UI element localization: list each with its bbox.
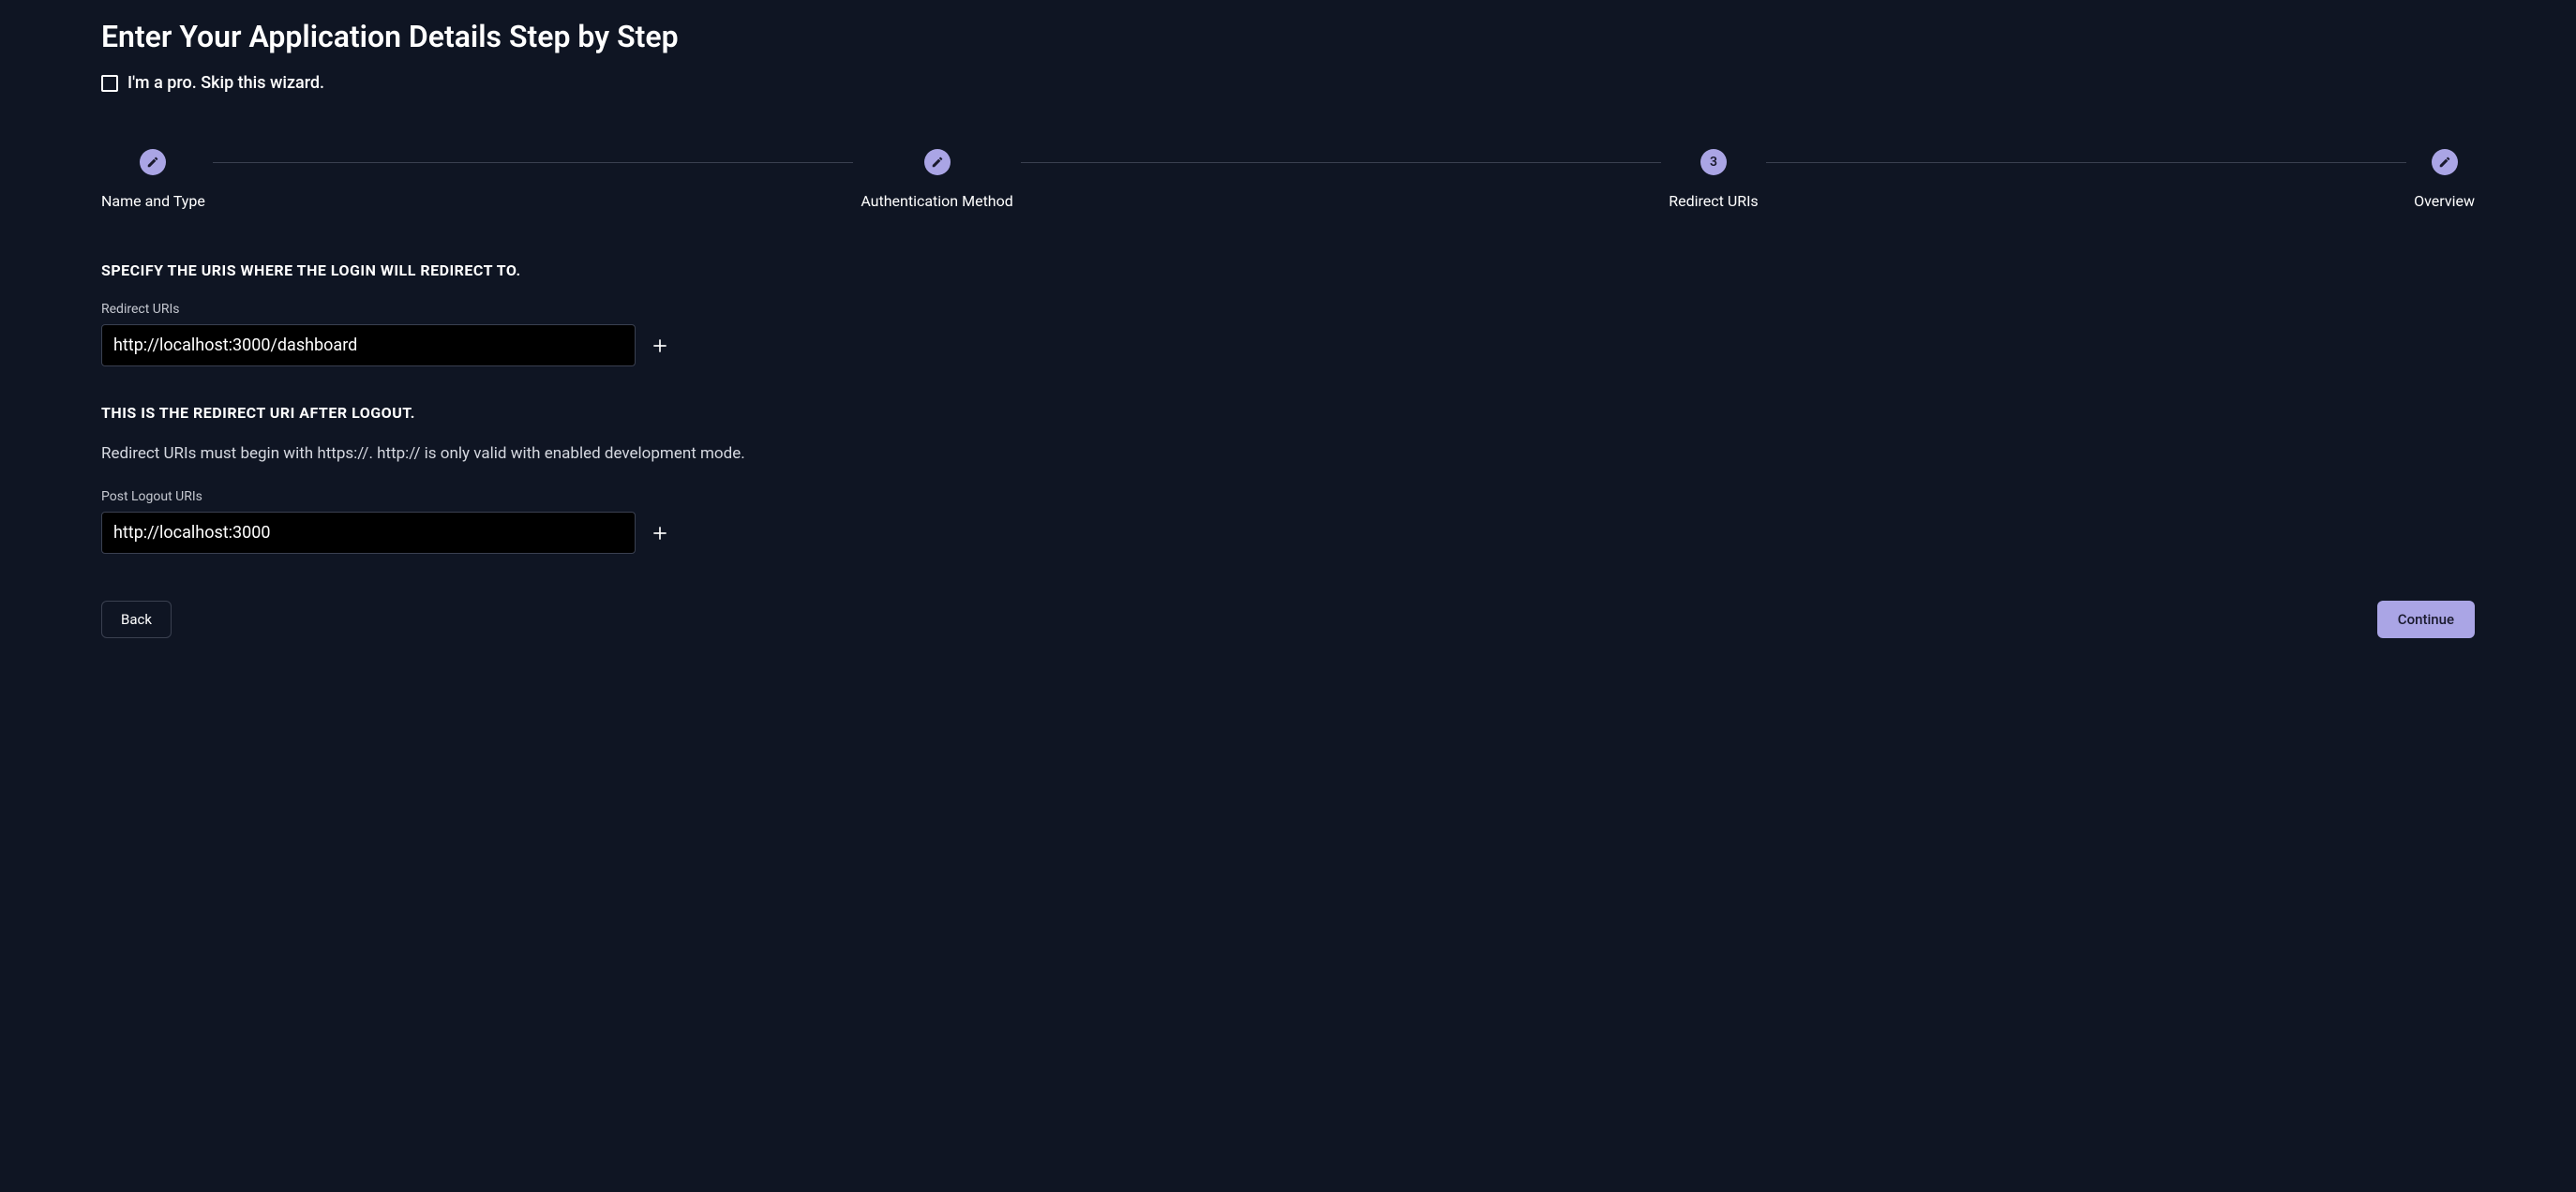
redirect-uris-label: Redirect URIs <box>101 302 2475 317</box>
step-circle: 3 <box>1700 149 1727 175</box>
step-redirect-uris[interactable]: 3 Redirect URIs <box>1669 149 1758 210</box>
plus-icon <box>651 336 669 355</box>
step-label: Redirect URIs <box>1669 192 1758 210</box>
step-label: Authentication Method <box>861 192 1012 210</box>
redirect-uris-row <box>101 324 2475 366</box>
post-logout-uris-row <box>101 512 2475 554</box>
add-post-logout-uri-button[interactable] <box>649 522 671 544</box>
step-overview[interactable]: Overview <box>2414 149 2475 210</box>
page-title: Enter Your Application Details Step by S… <box>101 19 2475 54</box>
skip-wizard-label: I'm a pro. Skip this wizard. <box>127 73 324 93</box>
plus-icon <box>651 524 669 543</box>
button-row: Back Continue <box>101 601 2475 638</box>
pencil-icon <box>931 156 944 169</box>
continue-button[interactable]: Continue <box>2377 601 2475 638</box>
add-redirect-uri-button[interactable] <box>649 335 671 357</box>
redirect-uri-input[interactable] <box>101 324 636 366</box>
post-logout-uri-input[interactable] <box>101 512 636 554</box>
stepper: Name and Type Authentication Method 3 Re… <box>101 149 2475 210</box>
step-label: Name and Type <box>101 192 205 210</box>
section-logout-heading: THIS IS THE REDIRECT URI AFTER LOGOUT. <box>101 404 2475 422</box>
skip-wizard-checkbox[interactable] <box>101 75 118 92</box>
post-logout-uris-label: Post Logout URIs <box>101 489 2475 504</box>
pencil-icon <box>2438 156 2451 169</box>
step-circle <box>2432 149 2458 175</box>
section-redirect-heading: SPECIFY THE URIS WHERE THE LOGIN WILL RE… <box>101 261 2475 279</box>
pencil-icon <box>146 156 159 169</box>
step-authentication-method[interactable]: Authentication Method <box>861 149 1012 210</box>
step-connector <box>1766 162 2406 163</box>
step-circle <box>924 149 951 175</box>
step-label: Overview <box>2414 192 2475 210</box>
skip-wizard-row: I'm a pro. Skip this wizard. <box>101 73 2475 93</box>
step-circle <box>140 149 166 175</box>
step-connector <box>1021 162 1661 163</box>
back-button[interactable]: Back <box>101 601 172 638</box>
logout-helper-text: Redirect URIs must begin with https://. … <box>101 444 2475 463</box>
step-connector <box>213 162 853 163</box>
step-name-and-type[interactable]: Name and Type <box>101 149 205 210</box>
step-number: 3 <box>1710 155 1717 170</box>
